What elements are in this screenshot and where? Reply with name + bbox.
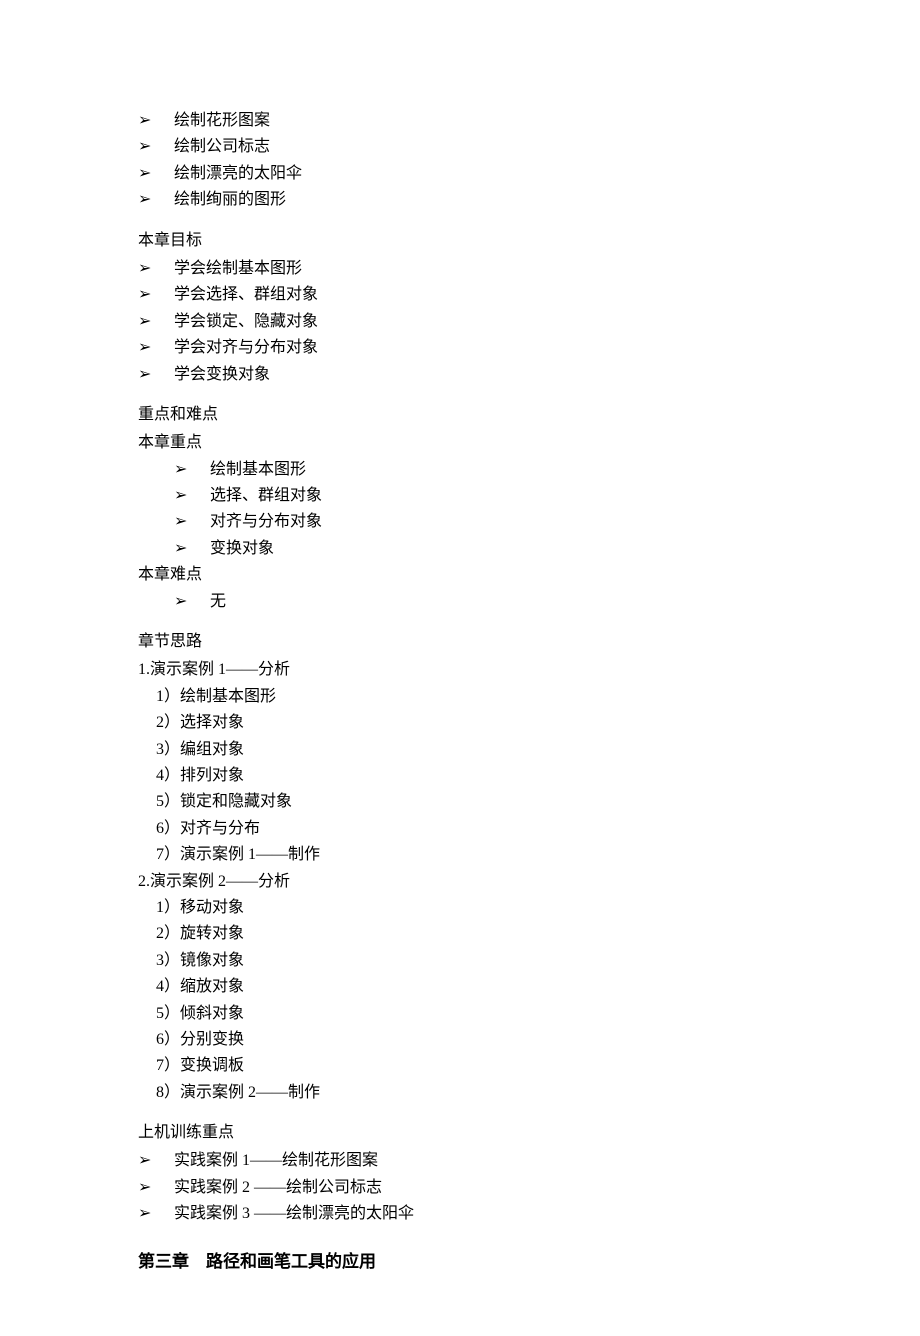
- lab-list: ➢ 实践案例 1——绘制花形图案 ➢ 实践案例 2 ——绘制公司标志 ➢ 实践案例 3…: [138, 1148, 782, 1227]
- arrow-icon: ➢: [138, 362, 151, 388]
- list-item: ➢ 学会锁定、隐藏对象: [138, 309, 782, 335]
- list-item-text: 学会绘制基本图形: [174, 260, 302, 277]
- arrow-icon: ➢: [138, 161, 151, 187]
- list-item: 8）演示案例 2——制作: [156, 1080, 782, 1106]
- list-item-text: 实践案例 3 ——绘制漂亮的太阳伞: [174, 1205, 414, 1222]
- list-item: ➢ 实践案例 2 ——绘制公司标志: [138, 1175, 782, 1201]
- goals-list: ➢ 学会绘制基本图形 ➢ 学会选择、群组对象 ➢ 学会锁定、隐藏对象 ➢ 学会对齐与分布…: [138, 256, 782, 388]
- list-item: ➢ 对齐与分布对象: [174, 509, 782, 535]
- arrow-icon: ➢: [138, 134, 151, 160]
- diff-heading: 本章难点: [138, 562, 782, 588]
- list-item: ➢ 学会变换对象: [138, 362, 782, 388]
- demo1-list: 1）绘制基本图形 2）选择对象 3）编组对象 4）排列对象 5）锁定和隐藏对象 …: [156, 684, 782, 869]
- list-item: ➢无: [174, 589, 782, 615]
- list-item-text: 实践案例 2 ——绘制公司标志: [174, 1179, 382, 1196]
- arrow-icon: ➢: [138, 256, 151, 282]
- list-item: 5）倾斜对象: [156, 1001, 782, 1027]
- list-item: ➢ 变换对象: [174, 536, 782, 562]
- list-item: ➢ 绘制漂亮的太阳伞: [138, 161, 782, 187]
- list-item-text: 学会选择、群组对象: [174, 286, 318, 303]
- diff-points-list: ➢无: [174, 589, 782, 615]
- list-item-text: 绘制花形图案: [174, 112, 270, 129]
- demo2-heading: 2.演示案例 2——分析: [138, 869, 782, 895]
- list-item: 6）对齐与分布: [156, 816, 782, 842]
- list-item: ➢ 实践案例 3 ——绘制漂亮的太阳伞: [138, 1201, 782, 1227]
- arrow-icon: ➢: [138, 282, 151, 308]
- arrow-icon: ➢: [138, 309, 151, 335]
- list-item: ➢ 绘制公司标志: [138, 134, 782, 160]
- list-item: 4）排列对象: [156, 763, 782, 789]
- arrow-icon: ➢: [138, 187, 151, 213]
- arrow-icon: ➢: [174, 457, 187, 483]
- list-item-text: 学会锁定、隐藏对象: [174, 313, 318, 330]
- goals-heading: 本章目标: [138, 228, 782, 254]
- list-item-text: 绘制漂亮的太阳伞: [174, 165, 302, 182]
- key-diff-heading: 重点和难点: [138, 402, 782, 428]
- list-item-text: 实践案例 1——绘制花形图案: [174, 1152, 378, 1169]
- list-item: 1）绘制基本图形: [156, 684, 782, 710]
- list-item-text: 无: [210, 593, 226, 610]
- arrow-icon: ➢: [174, 483, 187, 509]
- list-item: ➢ 学会对齐与分布对象: [138, 335, 782, 361]
- list-item-text: 学会对齐与分布对象: [174, 339, 318, 356]
- list-item-text: 对齐与分布对象: [210, 513, 322, 530]
- arrow-icon: ➢: [138, 1201, 151, 1227]
- list-item: 6）分别变换: [156, 1027, 782, 1053]
- list-item: 7）变换调板: [156, 1053, 782, 1079]
- list-item: ➢ 绘制花形图案: [138, 108, 782, 134]
- list-item: 3）镜像对象: [156, 948, 782, 974]
- list-item-text: 绘制绚丽的图形: [174, 191, 286, 208]
- top-bullet-list: ➢ 绘制花形图案 ➢ 绘制公司标志 ➢ 绘制漂亮的太阳伞 ➢ 绘制绚丽的图形: [138, 108, 782, 214]
- list-item: 3）编组对象: [156, 737, 782, 763]
- list-item: ➢ 选择、群组对象: [174, 483, 782, 509]
- demo2-list: 1）移动对象 2）旋转对象 3）镜像对象 4）缩放对象 5）倾斜对象 6）分别变…: [156, 895, 782, 1106]
- arrow-icon: ➢: [138, 1148, 151, 1174]
- list-item: 2）旋转对象: [156, 921, 782, 947]
- list-item: ➢ 学会选择、群组对象: [138, 282, 782, 308]
- chapter-title: 第三章 路径和画笔工具的应用: [138, 1248, 782, 1276]
- arrow-icon: ➢: [174, 536, 187, 562]
- list-item-text: 绘制基本图形: [210, 461, 306, 478]
- list-item: 7）演示案例 1——制作: [156, 842, 782, 868]
- list-item: 1）移动对象: [156, 895, 782, 921]
- arrow-icon: ➢: [138, 335, 151, 361]
- arrow-icon: ➢: [138, 108, 151, 134]
- list-item: 4）缩放对象: [156, 974, 782, 1000]
- arrow-icon: ➢: [174, 589, 187, 615]
- list-item: ➢ 学会绘制基本图形: [138, 256, 782, 282]
- key-points-list: ➢ 绘制基本图形 ➢ 选择、群组对象 ➢ 对齐与分布对象 ➢ 变换对象: [174, 457, 782, 563]
- list-item: ➢ 实践案例 1——绘制花形图案: [138, 1148, 782, 1174]
- list-item-text: 学会变换对象: [174, 366, 270, 383]
- key-heading: 本章重点: [138, 430, 782, 456]
- list-item: 5）锁定和隐藏对象: [156, 789, 782, 815]
- list-item-text: 绘制公司标志: [174, 138, 270, 155]
- list-item-text: 选择、群组对象: [210, 487, 322, 504]
- demo1-heading: 1.演示案例 1——分析: [138, 657, 782, 683]
- list-item-text: 变换对象: [210, 540, 274, 557]
- ideas-heading: 章节思路: [138, 629, 782, 655]
- list-item: ➢ 绘制绚丽的图形: [138, 187, 782, 213]
- lab-heading: 上机训练重点: [138, 1120, 782, 1146]
- list-item: ➢ 绘制基本图形: [174, 457, 782, 483]
- list-item: 2）选择对象: [156, 710, 782, 736]
- arrow-icon: ➢: [138, 1175, 151, 1201]
- arrow-icon: ➢: [174, 509, 187, 535]
